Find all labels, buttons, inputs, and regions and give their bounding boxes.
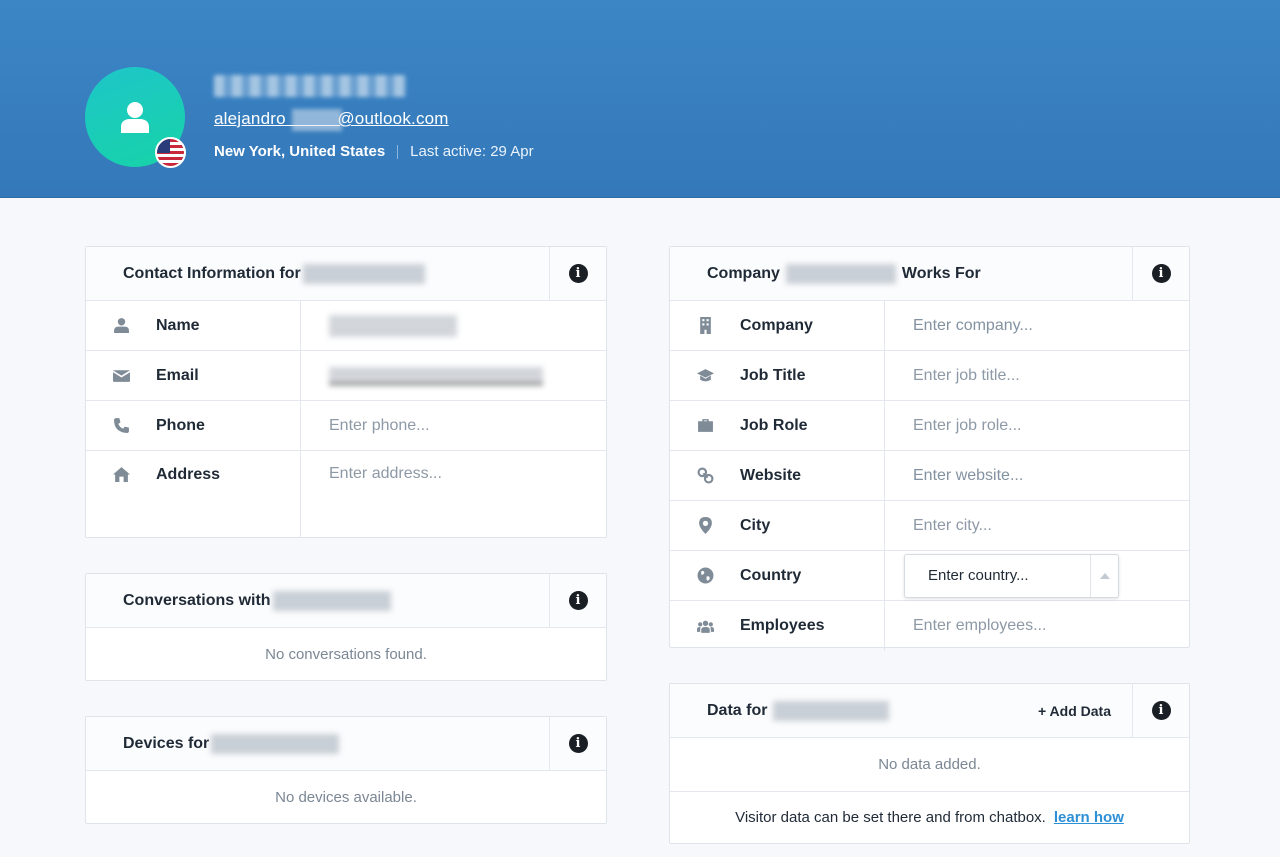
- card-title: Contact Information for: [86, 263, 425, 284]
- field-label: Website: [740, 466, 802, 484]
- info-icon: i: [568, 734, 588, 753]
- company-card: Company Works For i Company Enter compan…: [669, 246, 1190, 651]
- card-header: Company Works For i: [670, 247, 1189, 301]
- card-title: Data for: [670, 700, 890, 721]
- card-title: Conversations with: [86, 590, 391, 611]
- field-label: Job Title: [740, 366, 806, 384]
- learn-how-link[interactable]: learn how: [1054, 809, 1124, 826]
- field-label: Country: [740, 566, 802, 584]
- empty-devices: No devices available.: [275, 789, 417, 806]
- name-redaction: [773, 700, 890, 721]
- company-row-country: Country Enter country...: [670, 551, 1189, 601]
- name-redaction: [211, 733, 340, 754]
- info-icon: i: [1151, 264, 1171, 283]
- field-label: Company: [740, 316, 813, 334]
- email-value-redacted: [329, 366, 543, 385]
- company-row-job-title: Job Title Enter job title...: [670, 351, 1189, 401]
- field-label: Job Role: [740, 416, 808, 434]
- field-label: Address: [156, 466, 221, 483]
- data-card: Data for + Add Data i No data added. Vis…: [669, 683, 1190, 844]
- info-button[interactable]: i: [549, 574, 606, 627]
- devices-card: Devices for i No devices available.: [85, 716, 607, 824]
- card-title: Devices for: [86, 733, 340, 754]
- employees-input[interactable]: Enter employees...: [885, 601, 1189, 651]
- last-active-text: Last active: 29 Apr: [410, 143, 534, 160]
- card-title: Company Works For: [707, 263, 981, 284]
- profile-header: alejandro @outlook.com New York, United …: [0, 0, 1280, 198]
- company-input[interactable]: Enter company...: [885, 301, 1189, 350]
- job-role-input[interactable]: Enter job role...: [885, 401, 1189, 450]
- field-label: Employees: [740, 617, 825, 634]
- card-header: Conversations with i: [86, 574, 606, 628]
- card-header: Contact Information for i: [86, 247, 606, 301]
- contact-row-address: Address Enter address...: [86, 451, 606, 538]
- meta-divider: [397, 144, 399, 159]
- phone-icon: [86, 417, 156, 434]
- users-icon: [670, 618, 740, 635]
- info-icon: i: [1151, 701, 1171, 720]
- email-redaction: [292, 109, 342, 131]
- company-row-company: Company Enter company...: [670, 301, 1189, 351]
- country-select-value: Enter country...: [928, 567, 1029, 584]
- city-input[interactable]: Enter city...: [885, 501, 1189, 550]
- add-data-button[interactable]: + Add Data: [1038, 684, 1111, 737]
- data-card-footer: Visitor data can be set there and from c…: [670, 791, 1189, 843]
- contact-row-phone: Phone Enter phone...: [86, 401, 606, 451]
- link-icon: [670, 467, 740, 484]
- company-row-job-role: Job Role Enter job role...: [670, 401, 1189, 451]
- field-label: City: [740, 516, 771, 534]
- phone-input[interactable]: Enter phone...: [301, 401, 606, 450]
- briefcase-icon: [670, 417, 740, 434]
- home-icon: [86, 466, 156, 483]
- field-label: Name: [156, 316, 200, 334]
- job-title-input[interactable]: Enter job title...: [885, 351, 1189, 400]
- company-row-website: Website Enter website...: [670, 451, 1189, 501]
- name-redaction: [785, 263, 896, 284]
- globe-icon: [670, 567, 740, 584]
- company-row-employees: Employees Enter employees...: [670, 601, 1189, 651]
- user-silhouette-icon: [121, 102, 149, 133]
- field-label: Phone: [156, 416, 205, 434]
- info-button[interactable]: i: [549, 717, 606, 770]
- company-row-city: City Enter city...: [670, 501, 1189, 551]
- footer-text: Visitor data can be set there and from c…: [735, 809, 1046, 826]
- caret-up-icon: [1090, 554, 1118, 597]
- card-header: Data for + Add Data i: [670, 684, 1189, 738]
- visitor-meta: New York, United States Last active: 29 …: [214, 143, 534, 160]
- location-text: New York, United States: [214, 143, 386, 160]
- card-header: Devices for i: [86, 717, 606, 771]
- country-select[interactable]: Enter country...: [904, 553, 1119, 598]
- envelope-icon: [86, 367, 156, 384]
- contact-info-card: Contact Information for i Name Email Pho…: [85, 246, 607, 538]
- building-icon: [670, 317, 740, 334]
- empty-conversations: No conversations found.: [265, 646, 427, 663]
- name-redaction: [302, 263, 425, 284]
- name-redaction: [272, 590, 391, 611]
- info-button[interactable]: i: [1132, 684, 1189, 737]
- name-value-redacted: [329, 314, 457, 337]
- website-input[interactable]: Enter website...: [885, 451, 1189, 500]
- address-input[interactable]: Enter address...: [301, 451, 606, 538]
- field-label: Email: [156, 366, 199, 384]
- name-field[interactable]: [301, 301, 606, 350]
- contact-row-email: Email: [86, 351, 606, 401]
- email-field[interactable]: [301, 351, 606, 400]
- info-button[interactable]: i: [1132, 247, 1189, 300]
- empty-data: No data added.: [878, 756, 981, 773]
- map-marker-icon: [670, 517, 740, 534]
- info-button[interactable]: i: [549, 247, 606, 300]
- visitor-name-redacted: [214, 75, 406, 97]
- conversations-card: Conversations with i No conversations fo…: [85, 573, 607, 681]
- info-icon: i: [568, 264, 588, 283]
- info-icon: i: [568, 591, 588, 610]
- contact-row-name: Name: [86, 301, 606, 351]
- user-icon: [86, 317, 156, 334]
- graduation-cap-icon: [670, 367, 740, 384]
- us-flag-icon: [155, 137, 186, 168]
